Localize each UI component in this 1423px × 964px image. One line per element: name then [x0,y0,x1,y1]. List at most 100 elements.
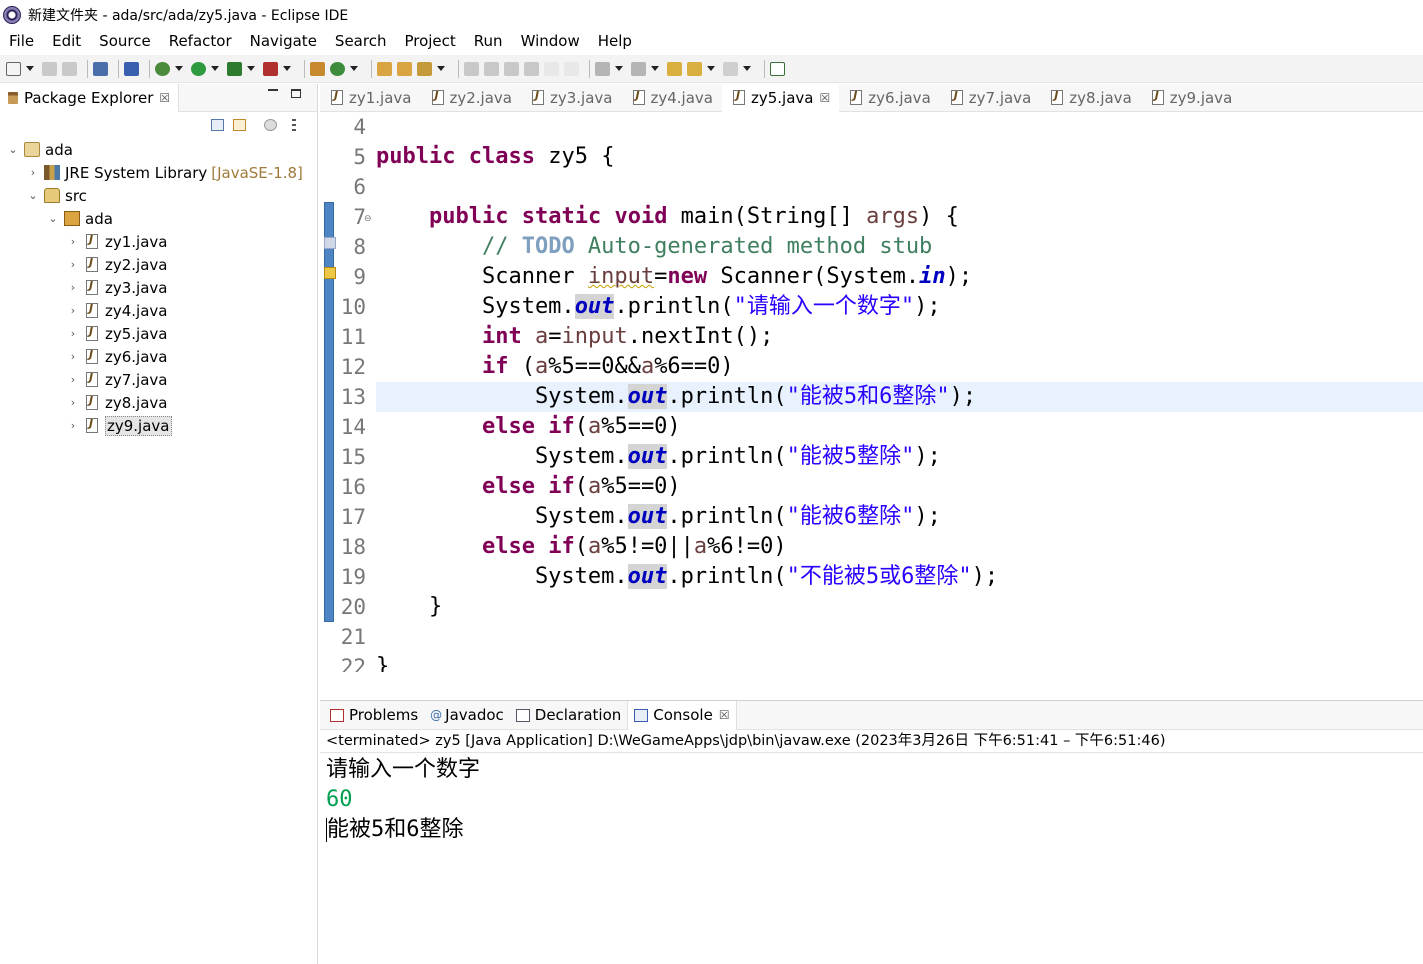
expanded-chevron-icon[interactable]: ⌄ [28,189,38,202]
toggle-highlight-icon[interactable] [484,61,499,76]
coverage-dropdown-icon[interactable] [247,66,255,71]
tree-item[interactable]: › JRE System Library [JavaSE-1.8] [28,161,303,184]
tree-item[interactable]: › zy9.java [68,414,172,437]
editor-tab[interactable]: zy9.java [1141,84,1242,112]
menu-search[interactable]: Search [326,32,396,50]
menu-project[interactable]: Project [395,32,464,50]
close-icon[interactable]: ☒ [820,91,831,105]
show-whitespace-icon[interactable] [544,61,559,76]
editor-tab[interactable]: zy4.java [622,84,723,112]
collapsed-chevron-icon[interactable]: › [68,327,78,340]
collapsed-chevron-icon[interactable]: › [68,235,78,248]
menu-file[interactable]: File [0,32,43,50]
external-tools-dropdown-icon[interactable] [283,66,291,71]
menu-refactor[interactable]: Refactor [160,32,241,50]
link-with-editor-icon[interactable] [233,119,246,131]
save-icon[interactable] [42,61,57,76]
tab-console[interactable]: Console ☒ [627,700,737,730]
code-line: } [376,654,390,672]
tab-problems-label: Problems [349,706,419,724]
new-java-class-icon[interactable] [330,61,345,76]
previous-annotation-icon[interactable] [631,61,646,76]
editor-tab[interactable]: zy2.java [421,84,522,112]
next-annotation-dropdown-icon[interactable] [615,66,623,71]
save-all-icon[interactable] [62,61,77,76]
debug-icon[interactable] [155,61,170,76]
open-type-icon[interactable] [377,61,392,76]
view-menu-icon[interactable] [292,119,296,131]
menu-window[interactable]: Window [512,32,589,50]
tree-item[interactable]: › zy2.java [68,253,168,276]
tree-item[interactable]: › zy6.java [68,345,168,368]
last-edit-location-icon[interactable] [667,61,682,76]
tree-item[interactable]: ⌄ ada [8,138,73,161]
back-icon[interactable] [687,61,702,76]
open-perspective-icon[interactable] [770,61,785,76]
editor-tab[interactable]: zy5.java ☒ [722,83,840,112]
close-icon[interactable]: ☒ [719,708,730,722]
collapsed-chevron-icon[interactable]: › [28,166,38,179]
terminal-icon[interactable] [93,61,108,76]
collapsed-chevron-icon[interactable]: › [68,258,78,271]
tree-item[interactable]: › zy8.java [68,391,168,414]
menu-edit[interactable]: Edit [43,32,90,50]
tab-package-explorer[interactable]: Package Explorer ☒ [0,83,180,112]
forward-dropdown-icon[interactable] [743,66,751,71]
block-selection-icon[interactable] [524,61,539,76]
editor-tab[interactable]: zy6.java [839,84,940,112]
maximize-icon[interactable] [291,89,301,98]
forward-icon[interactable] [723,61,738,76]
minimize-icon[interactable] [268,89,278,91]
debug-dropdown-icon[interactable] [175,66,183,71]
back-dropdown-icon[interactable] [707,66,715,71]
tree-item[interactable]: › zy1.java [68,230,168,253]
run-icon[interactable] [191,61,206,76]
expanded-chevron-icon[interactable]: ⌄ [48,212,58,225]
run-dropdown-icon[interactable] [211,66,219,71]
toggle-breadcrumb-icon[interactable] [504,61,519,76]
tree-item[interactable]: › zy4.java [68,299,168,322]
editor-tab[interactable]: zy7.java [940,84,1041,112]
collapsed-chevron-icon[interactable]: › [68,419,78,432]
expanded-chevron-icon[interactable]: ⌄ [8,143,18,156]
menu-run[interactable]: Run [465,32,512,50]
menu-navigate[interactable]: Navigate [241,32,326,50]
editor-tab[interactable]: zy3.java [521,84,622,112]
collapsed-chevron-icon[interactable]: › [68,304,78,317]
search-dropdown-icon[interactable] [437,66,445,71]
new-icon[interactable] [6,61,21,76]
collapsed-chevron-icon[interactable]: › [68,281,78,294]
tab-problems[interactable]: Problems [324,701,424,730]
new-dropdown-icon[interactable] [26,66,34,71]
tree-item[interactable]: ⌄ src [28,184,87,207]
collapsed-chevron-icon[interactable]: › [68,373,78,386]
code-editor[interactable]: ⊖ 4 5 6 7 8 9 10 11 12 13 14 15 16 17 18 19 20 21 22 publi… [320,112,1423,672]
tree-item[interactable]: › zy5.java [68,322,168,345]
search-icon[interactable] [417,61,432,76]
focus-active-task-icon[interactable] [264,119,277,131]
menu-help[interactable]: Help [589,32,641,50]
menu-source[interactable]: Source [90,32,160,50]
word-wrap-icon[interactable] [564,61,579,76]
collapsed-chevron-icon[interactable]: › [68,396,78,409]
console-output[interactable]: 请输入一个数字 60 能被5和6整除 [320,753,1423,845]
open-task-icon[interactable] [397,61,412,76]
collapsed-chevron-icon[interactable]: › [68,350,78,363]
editor-tab[interactable]: zy1.java [320,84,421,112]
next-annotation-icon[interactable] [595,61,610,76]
close-icon[interactable]: ☒ [159,91,170,105]
tree-item[interactable]: › zy7.java [68,368,168,391]
new-class-dropdown-icon[interactable] [350,66,358,71]
collapse-all-icon[interactable] [211,119,224,131]
tab-declaration[interactable]: Declaration [510,701,627,730]
tree-item[interactable]: ⌄ ada [48,207,113,230]
skip-breakpoints-icon[interactable] [124,61,139,76]
coverage-icon[interactable] [227,61,242,76]
external-tools-icon[interactable] [263,61,278,76]
editor-tab[interactable]: zy8.java [1040,84,1141,112]
tree-item[interactable]: › zy3.java [68,276,168,299]
toggle-mark-occurrences-icon[interactable] [464,61,479,76]
tab-javadoc[interactable]: @ Javadoc [424,701,510,730]
previous-annotation-dropdown-icon[interactable] [651,66,659,71]
new-java-project-icon[interactable] [310,61,325,76]
